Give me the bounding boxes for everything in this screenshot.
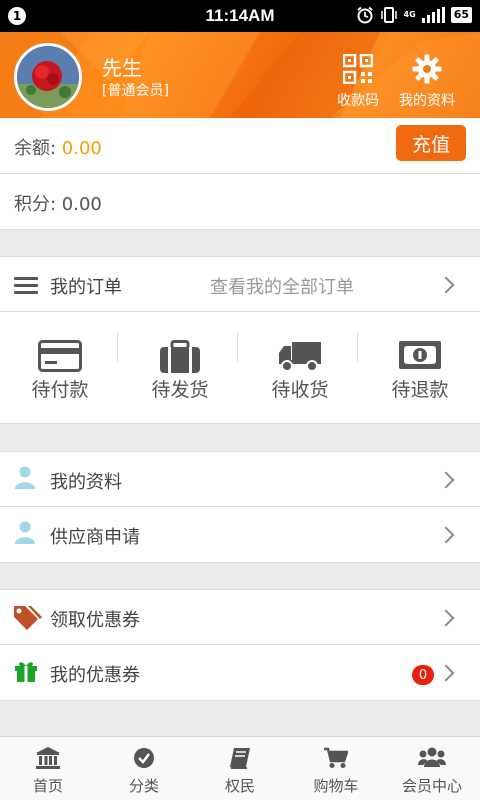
qr-code-icon [343,54,373,84]
my-profile-button[interactable]: 我的资料 [397,54,457,110]
view-all-orders-link[interactable]: 查看我的全部订单 [210,273,354,299]
menu-item-label: 领取优惠券 [50,610,140,631]
status-label: 待退款 [391,379,449,401]
tab-home[interactable]: 首页 [0,737,96,800]
tab-label: 权民 [224,777,255,795]
tags-icon [14,606,42,630]
balance-value: 0.00 [61,138,102,159]
tab-quanmin[interactable]: 权民 [192,737,288,800]
status-label: 待收货 [271,379,329,401]
money-icon [399,341,441,369]
status-label: 待发货 [151,379,209,401]
tab-label: 购物车 [313,777,359,795]
menu-item-my-profile[interactable]: 我的资料 [0,451,480,507]
status-pending-receipt[interactable]: 待收货 [240,312,360,424]
user-name: 先生 [102,56,142,80]
briefcase-icon [160,340,200,373]
menu-item-supplier-apply[interactable]: 供应商申请 [0,507,480,563]
truck-icon [279,342,321,372]
divider [357,332,358,362]
status-bar: 1 11:14AM 4G 65 [0,0,480,32]
bottom-tab-bar: 首页 分类 权民 购物车 会员中心 [0,736,480,800]
cart-icon [324,747,348,768]
tab-category[interactable]: 分类 [96,737,192,800]
book-icon [230,748,250,769]
tab-label: 首页 [32,777,63,795]
status-label: 待付款 [31,379,89,401]
chevron-right-icon [437,609,455,627]
points-row: 积分: 0.00 [0,174,480,230]
menu-item-label: 我的资料 [50,472,122,493]
menu-item-label: 我的优惠券 [50,665,140,686]
alarm-icon [356,6,373,24]
users-icon [418,747,446,767]
status-pending-payment[interactable]: 待付款 [0,312,120,424]
tab-label: 分类 [128,777,159,795]
gift-icon [15,662,37,682]
signal-icon [421,7,445,23]
status-pending-shipment[interactable]: 待发货 [120,312,240,424]
check-circle-icon [134,748,154,768]
status-indicators: 4G 65 [356,6,472,24]
divider [237,332,238,362]
member-level: [普通会员] [102,83,169,99]
user-icon [15,466,35,489]
qr-code-label: 收款码 [337,93,379,109]
menu-item-my-coupons[interactable]: 我的优惠券 0 [0,645,480,701]
my-orders-title: 我的订单 [50,277,122,298]
gear-icon [412,54,442,84]
my-profile-label: 我的资料 [399,93,455,109]
coupon-count-badge: 0 [412,665,434,685]
balance-label: 余额: [14,138,62,159]
chevron-right-icon [437,276,455,294]
chevron-right-icon [437,526,455,544]
avatar[interactable] [14,43,82,111]
balance-row: 余额: 0.00 充值 [0,118,480,174]
bank-icon [36,747,60,769]
network-type: 4G [403,10,416,19]
battery-level: 65 [450,7,472,23]
points-text: 积分: 0.00 [14,194,102,215]
menu-item-label: 供应商申请 [50,527,140,548]
my-orders-row[interactable]: 我的订单 查看我的全部订单 [0,256,480,312]
chevron-right-icon [437,664,455,682]
menu-item-get-coupons[interactable]: 领取优惠券 [0,589,480,645]
recharge-button[interactable]: 充值 [396,125,466,161]
card-icon [38,340,82,372]
tab-cart[interactable]: 购物车 [288,737,384,800]
user-icon [15,521,35,544]
qr-code-button[interactable]: 收款码 [328,54,388,110]
order-status-row: 待付款 待发货 待收货 待退款 [0,312,480,424]
list-icon [14,277,38,295]
status-pending-refund[interactable]: 待退款 [360,312,480,424]
balance-text: 余额: 0.00 [14,134,102,160]
chevron-right-icon [437,471,455,489]
tab-label: 会员中心 [401,777,462,795]
vibrate-icon [380,7,397,23]
avatar-image [17,46,79,108]
profile-header: 先生 [普通会员] 收款码 我的资料 [0,32,480,118]
divider [117,332,118,362]
tab-member-center[interactable]: 会员中心 [384,737,480,800]
